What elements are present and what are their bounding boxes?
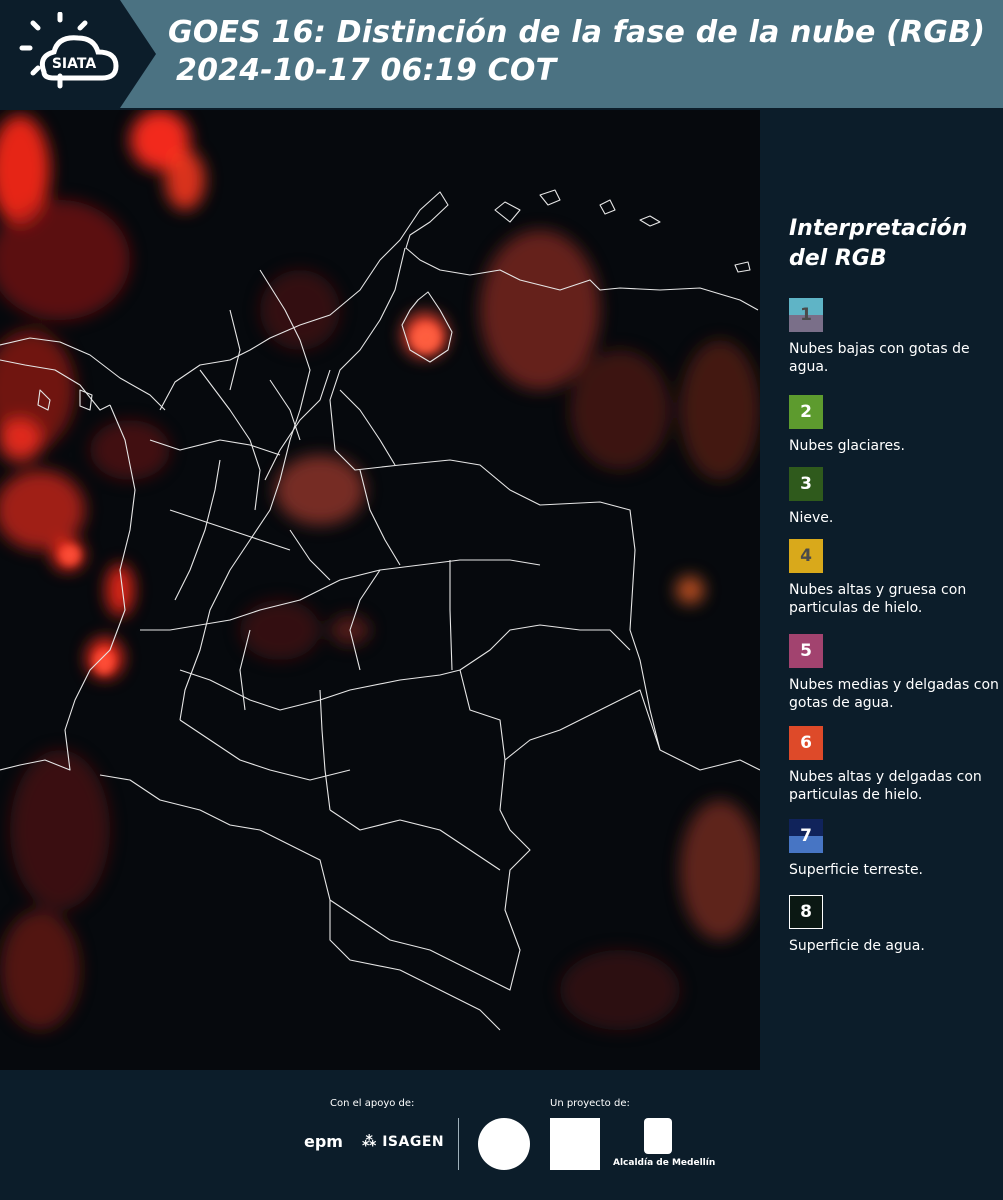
legend-item-1: 1 Nubes bajas con gotas de agua. (789, 298, 999, 376)
header-bar: SIATA GOES 16: Distinción de la fase de … (0, 0, 1003, 108)
legend-title-line2: del RGB (789, 246, 887, 271)
legend-item-2: 2 Nubes glaciares. (789, 395, 999, 455)
legend-swatch-3: 3 (789, 467, 823, 501)
footer-divider (458, 1118, 459, 1170)
legend-swatch-8: 8 (789, 895, 823, 929)
legend-label-3: Nieve. (789, 510, 834, 526)
legend-item-6: 6 Nubes altas y delgadas con particulas … (789, 726, 999, 804)
legend-item-4: 4 Nubes altas y gruesa con particulas de… (789, 539, 999, 617)
support-label: Con el apoyo de: (330, 1098, 415, 1109)
siata-logo: SIATA (19, 12, 119, 89)
legend-item-8: 8 Superficie de agua. (789, 895, 999, 955)
legend-swatch-7: 7 (789, 819, 823, 853)
alcaldia-shield-logo (644, 1118, 672, 1154)
alcaldia-label: Alcaldía de Medellín (613, 1158, 716, 1168)
legend-label-7: Superficie terreste. (789, 862, 924, 878)
title-datetime: 2024-10-17 06:19 COT (176, 53, 557, 88)
legend-swatch-2: 2 (789, 395, 823, 429)
project-label: Un proyecto de: (550, 1098, 630, 1109)
legend-item-3: 3 Nieve. (789, 467, 999, 527)
legend-item-7: 7 Superficie terreste. (789, 819, 999, 879)
title-product: GOES 16: Distinción de la fase de la nub… (168, 15, 986, 50)
satellite-map (0, 110, 760, 1070)
legend-title-line1: Interpretación (789, 216, 968, 241)
legend-swatch-1: 1 (789, 298, 823, 332)
university-seal-logo (478, 1118, 530, 1170)
page-title: GOES 16: Distinción de la fase de la nub… (168, 14, 985, 90)
isagen-logo: ⁂ ISAGEN (362, 1134, 445, 1150)
legend-label-2: Nubes glaciares. (789, 438, 905, 454)
legend-panel: Interpretación del RGB 1 Nubes bajas con… (789, 214, 999, 954)
epm-logo: epm (304, 1132, 343, 1151)
legend-swatch-6: 6 (789, 726, 823, 760)
legend-label-5: Nubes medias y delgadas con gotas de agu… (789, 677, 999, 711)
svg-text:SIATA: SIATA (52, 56, 97, 72)
legend-label-4: Nubes altas y gruesa con particulas de h… (789, 582, 967, 616)
legend-swatch-5: 5 (789, 634, 823, 668)
map-canvas (0, 110, 760, 1070)
area-metropolitana-logo (550, 1118, 600, 1170)
legend-label-6: Nubes altas y delgadas con particulas de… (789, 769, 982, 803)
legend-swatch-4: 4 (789, 539, 823, 573)
legend-label-8: Superficie de agua. (789, 938, 925, 954)
legend-item-5: 5 Nubes medias y delgadas con gotas de a… (789, 634, 999, 712)
footer: Con el apoyo de: Un proyecto de: epm ⁂ I… (0, 1070, 1003, 1200)
legend-label-1: Nubes bajas con gotas de agua. (789, 341, 970, 375)
legend-title: Interpretación del RGB (789, 214, 999, 274)
